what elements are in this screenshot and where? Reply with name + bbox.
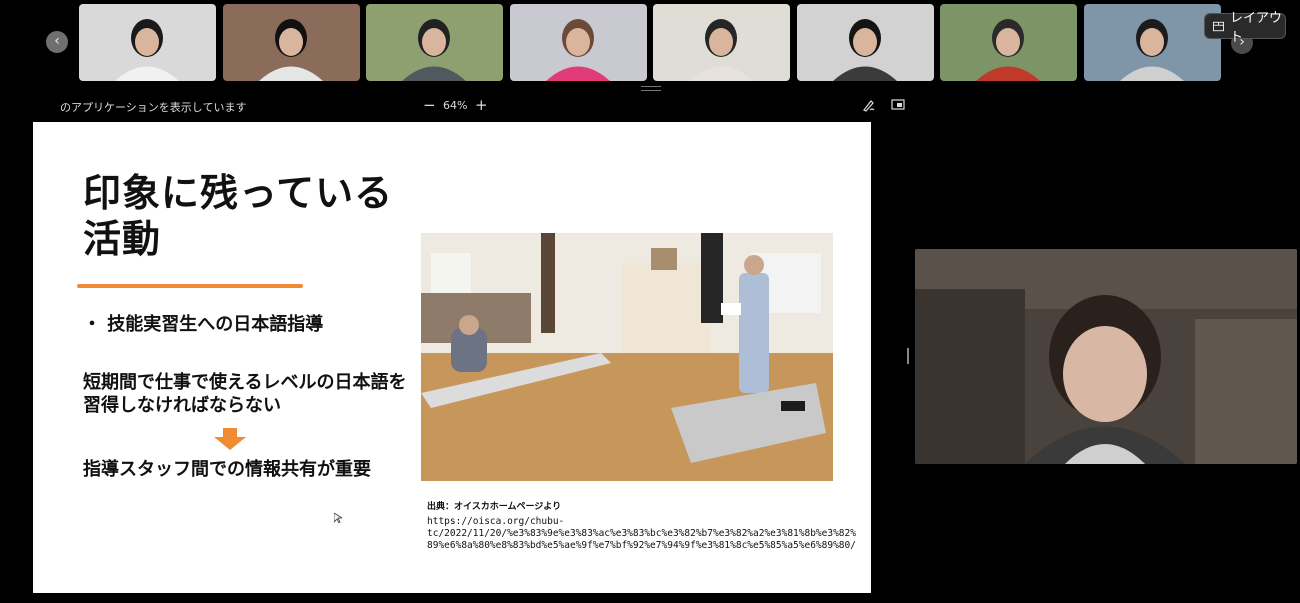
active-speaker-video: [915, 249, 1297, 464]
sharing-status-text: のアプリケーションを表示しています: [60, 101, 247, 114]
source-url[interactable]: https://oisca.org/chubu- tc/2022/11/20/%…: [427, 516, 857, 552]
participant-video-tile[interactable]: [796, 4, 934, 81]
participant-video-tile[interactable]: [940, 4, 1077, 81]
annotate-icon[interactable]: [862, 98, 876, 112]
slide-body-text: 短期間で仕事で使えるレベルの日本語を習得しなければならない: [83, 372, 407, 416]
chevron-left-icon[interactable]: ‹: [46, 31, 68, 53]
zoom-in-button[interactable]: +: [475, 96, 488, 114]
participant-video-tile[interactable]: [222, 4, 360, 81]
title-underline: [77, 284, 303, 288]
participant-video: [79, 4, 216, 81]
zoom-level: 64%: [443, 99, 468, 112]
slide-title: 印象に残っている 活動: [83, 171, 394, 261]
popout-icon[interactable]: [891, 98, 905, 112]
participant-video-tile[interactable]: [1083, 4, 1221, 81]
layout-button[interactable]: レイアウト: [1204, 11, 1286, 45]
arrow-down-icon: [214, 428, 246, 450]
zoom-out-button[interactable]: −: [423, 96, 436, 114]
participant-video: [1083, 4, 1221, 81]
shared-slide: 印象に残っている 活動 ・ 技能実習生への日本語指導 短期間で仕事で使えるレベル…: [33, 122, 871, 593]
panel-splitter[interactable]: [907, 348, 909, 364]
drag-handle[interactable]: [641, 86, 661, 91]
layout-icon: [1213, 21, 1224, 31]
layout-label: レイアウト: [1230, 11, 1283, 45]
participant-video-tile[interactable]: [79, 4, 216, 81]
participant-video: [940, 4, 1077, 81]
participant-video-tile[interactable]: [366, 4, 503, 81]
participant-video: [653, 4, 790, 81]
classroom-photo: [421, 233, 833, 481]
source-label: 出典：オイスカホームページより: [427, 502, 562, 512]
participant-video: [366, 4, 503, 81]
participant-strip: ‹ › レイアウト: [0, 0, 1300, 91]
slide-bullet: ・ 技能実習生への日本語指導: [83, 314, 324, 335]
participant-video: [796, 4, 934, 81]
mouse-cursor-icon: [334, 513, 342, 523]
share-toolbar: のアプリケーションを表示しています − 64% +: [0, 95, 910, 117]
participant-video-tile[interactable]: [653, 4, 790, 81]
slide-conclusion-text: 指導スタッフ間での情報共有が重要: [83, 459, 371, 480]
participant-video: [222, 4, 360, 81]
participant-video: [509, 4, 647, 81]
participant-video-tile[interactable]: [509, 4, 647, 81]
